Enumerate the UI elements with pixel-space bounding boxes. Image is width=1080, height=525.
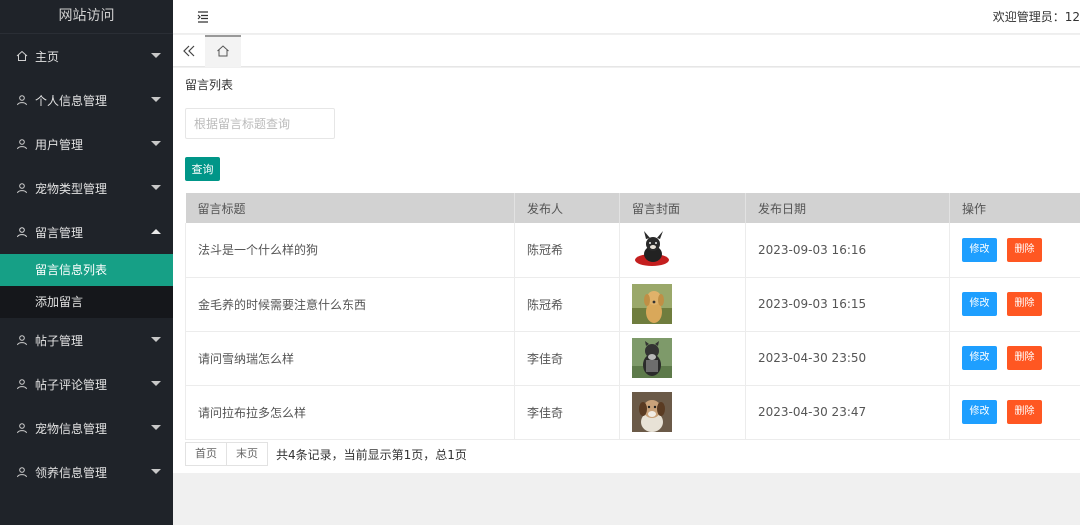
- cell-actions: 修改 删除: [949, 385, 1080, 440]
- delete-button[interactable]: 删除: [1007, 237, 1042, 262]
- sidebar: 网站访问 主页 个人信息管理 用户管理 宠物类型管理 留言管理 留言信息列表 添…: [0, 0, 173, 525]
- sidebar-item-adoption[interactable]: 领养信息管理: [0, 450, 173, 494]
- top-header: 欢迎管理员：12: [173, 0, 1080, 34]
- edit-button[interactable]: 修改: [962, 237, 997, 262]
- table-header-row: 留言标题 发布人 留言封面 发布日期 操作: [185, 193, 1080, 223]
- sidebar-item-post-comments[interactable]: 帖子评论管理: [0, 362, 173, 406]
- user-icon: [16, 182, 28, 194]
- cell-date: 2023-04-30 23:47: [745, 385, 950, 440]
- sidebar-item-pet-info[interactable]: 宠物信息管理: [0, 406, 173, 450]
- user-icon: [16, 378, 28, 390]
- delete-button[interactable]: 删除: [1007, 400, 1042, 424]
- sidebar-item-pet-types[interactable]: 宠物类型管理: [0, 166, 173, 210]
- sidebar-subitem-add-message[interactable]: 添加留言: [0, 286, 173, 318]
- main-content: 留言列表 查询 留言标题 发布人 留言封面 发布日期 操作 法斗是一个什么样的狗…: [173, 68, 1080, 473]
- cell-date: 2023-04-30 23:50: [745, 331, 950, 386]
- cell-cover: [619, 331, 746, 386]
- sidebar-item-posts[interactable]: 帖子管理: [0, 318, 173, 362]
- delete-button[interactable]: 删除: [1007, 292, 1042, 316]
- message-table: 留言标题 发布人 留言封面 发布日期 操作 法斗是一个什么样的狗 陈冠希 202…: [185, 193, 1080, 440]
- brand-title[interactable]: 网站访问: [0, 0, 173, 34]
- cell-actions: 修改 删除: [949, 223, 1080, 278]
- sidebar-item-label: 帖子评论管理: [35, 377, 108, 392]
- cell-title: 金毛养的时候需要注意什么东西: [185, 277, 515, 332]
- user-icon: [16, 138, 28, 150]
- cell-cover: [619, 385, 746, 440]
- cell-title: 请问雪纳瑞怎么样: [185, 331, 515, 386]
- tab-bar: [173, 35, 1080, 67]
- column-header: 留言封面: [619, 193, 746, 223]
- tab-home[interactable]: [205, 35, 241, 67]
- cell-date: 2023-09-03 16:15: [745, 277, 950, 332]
- chevron-down-icon: [151, 141, 161, 146]
- sidebar-item-messages[interactable]: 留言管理: [0, 210, 173, 254]
- table-row: 请问拉布拉多怎么样 李佳奇 2023-04-30 23:47 修改删除: [185, 385, 1080, 440]
- pagination: 首页 末页 共4条记录，当前显示第1页，总1页: [185, 442, 467, 466]
- edit-button[interactable]: 修改: [962, 400, 997, 424]
- column-header: 操作: [949, 193, 1080, 223]
- pagination-info: 共4条记录，当前显示第1页，总1页: [276, 447, 467, 462]
- user-icon: [16, 226, 28, 238]
- sidebar-item-users[interactable]: 用户管理: [0, 122, 173, 166]
- user-icon: [16, 422, 28, 434]
- sidebar-item-label: 个人信息管理: [35, 93, 108, 108]
- sidebar-item-label: 主页: [35, 49, 60, 64]
- column-header: 发布日期: [745, 193, 950, 223]
- chevron-down-icon: [151, 469, 161, 474]
- sidebar-item-label: 用户管理: [35, 137, 84, 152]
- cell-actions: 修改 删除: [949, 331, 1080, 386]
- cell-date: 2023-09-03 16:16: [745, 223, 950, 278]
- search-input[interactable]: [185, 108, 335, 139]
- edit-button[interactable]: 修改: [962, 292, 997, 316]
- chevron-down-icon: [151, 425, 161, 430]
- user-icon: [16, 334, 28, 346]
- sidebar-item-label: 帖子管理: [35, 333, 84, 348]
- table-row: 请问雪纳瑞怎么样 李佳奇 2023-04-30 23:50 修改 删除: [185, 331, 1080, 386]
- sidebar-item-profile[interactable]: 个人信息管理: [0, 78, 173, 122]
- delete-button[interactable]: 删除: [1007, 346, 1042, 370]
- chevron-up-icon: [151, 229, 161, 234]
- chevron-down-icon: [151, 185, 161, 190]
- user-icon: [16, 94, 28, 106]
- column-header: 留言标题: [185, 193, 515, 223]
- page-title: 留言列表: [185, 78, 234, 92]
- column-header: 发布人: [514, 193, 620, 223]
- sidebar-item-home[interactable]: 主页: [0, 34, 173, 78]
- cell-cover: [619, 277, 746, 332]
- sidebar-item-label: 领养信息管理: [35, 465, 108, 480]
- cell-title: 法斗是一个什么样的狗: [185, 223, 515, 278]
- french-bulldog-image: [632, 229, 672, 270]
- welcome-text[interactable]: 欢迎管理员：12: [993, 8, 1080, 25]
- sidebar-subitem-message-list[interactable]: 留言信息列表: [0, 254, 173, 286]
- sidebar-item-label: 宠物类型管理: [35, 181, 108, 196]
- cell-actions: 修改 删除: [949, 277, 1080, 332]
- table-row: 金毛养的时候需要注意什么东西 陈冠希 2023-09-03 16:15 修改 删…: [185, 277, 1080, 332]
- submenu-messages: 留言信息列表 添加留言: [0, 254, 173, 318]
- schnauzer-image: [632, 338, 672, 378]
- cell-author: 李佳奇: [514, 331, 620, 386]
- home-icon: [16, 50, 28, 62]
- last-page-button[interactable]: 末页: [227, 442, 268, 466]
- cell-title: 请问拉布拉多怎么样: [185, 385, 515, 440]
- edit-button[interactable]: 修改: [962, 346, 997, 370]
- cell-author: 李佳奇: [514, 385, 620, 440]
- table-row: 法斗是一个什么样的狗 陈冠希 2023-09-03 16:16 修改 删除: [185, 223, 1080, 278]
- sidebar-item-label: 宠物信息管理: [35, 421, 108, 436]
- chevron-down-icon: [151, 97, 161, 102]
- home-icon: [216, 44, 230, 61]
- user-icon: [16, 466, 28, 478]
- chevron-down-icon: [151, 337, 161, 342]
- labrador-puppy-image: [632, 392, 672, 432]
- double-chevron-left-icon[interactable]: [181, 43, 197, 59]
- query-button[interactable]: 查询: [185, 157, 220, 181]
- cell-cover: [619, 223, 746, 278]
- cell-author: 陈冠希: [514, 223, 620, 278]
- chevron-down-icon: [151, 53, 161, 58]
- chevron-down-icon: [151, 381, 161, 386]
- sidebar-item-label: 留言管理: [35, 225, 84, 240]
- cell-author: 陈冠希: [514, 277, 620, 332]
- first-page-button[interactable]: 首页: [185, 442, 227, 466]
- menu-toggle-icon[interactable]: [195, 9, 211, 25]
- golden-retriever-image: [632, 284, 672, 324]
